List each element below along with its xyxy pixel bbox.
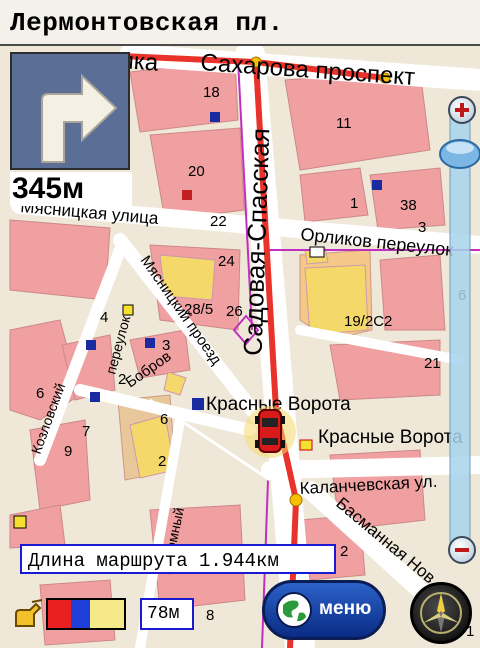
house-number: 2 bbox=[118, 371, 126, 388]
house-number: 22 bbox=[210, 213, 227, 230]
route-length-box: Длина маршрута 1.944км bbox=[20, 544, 336, 574]
signal-segment-blue bbox=[70, 600, 90, 628]
current-position-car-icon bbox=[244, 406, 296, 458]
compass-icon bbox=[420, 592, 462, 634]
house-number: 6 bbox=[160, 411, 168, 428]
next-turn-panel[interactable] bbox=[10, 52, 130, 170]
house-number: 24 bbox=[218, 253, 235, 270]
house-number: 11 bbox=[336, 115, 352, 132]
signal-segment-red bbox=[48, 600, 71, 628]
house-number: 20 bbox=[188, 163, 205, 180]
house-number: 3 bbox=[162, 337, 170, 354]
route-length-text: Длина маршрута 1.944км bbox=[28, 550, 279, 572]
house-number: 8 bbox=[206, 607, 214, 624]
current-street-name: Лермонтовская пл. bbox=[10, 8, 284, 38]
house-number: 6 bbox=[36, 385, 44, 402]
house-number: 18 bbox=[203, 84, 220, 101]
navigator-screen: ика Сахарова проспект Садовая-Спасская М… bbox=[0, 0, 480, 648]
house-number: 26 bbox=[226, 303, 243, 320]
map-scale-text: 78м bbox=[147, 604, 180, 624]
globe-icon bbox=[276, 592, 312, 628]
house-number: 2 bbox=[158, 453, 166, 470]
compass-button[interactable] bbox=[410, 582, 472, 644]
house-number: 19/2С2 bbox=[344, 313, 392, 330]
menu-button[interactable]: меню bbox=[262, 580, 386, 640]
house-number: 38 bbox=[400, 197, 417, 214]
house-number: 3 bbox=[418, 219, 426, 236]
plus-icon bbox=[455, 103, 469, 117]
current-street-bar: Лермонтовская пл. bbox=[0, 0, 480, 46]
minus-icon bbox=[455, 548, 469, 552]
house-number: 2 bbox=[340, 543, 348, 560]
turn-right-arrow-icon bbox=[41, 73, 118, 163]
gps-signal-bar bbox=[46, 598, 126, 630]
metro-entrance-icon bbox=[192, 398, 204, 410]
house-number: 1 bbox=[350, 195, 358, 212]
gps-hand-icon[interactable] bbox=[10, 598, 44, 632]
house-number: 4 bbox=[100, 309, 108, 326]
zoom-slider[interactable] bbox=[436, 96, 480, 576]
zoom-in-button[interactable] bbox=[448, 96, 476, 124]
house-number: 9 bbox=[64, 443, 72, 460]
signal-segment-yellow bbox=[89, 600, 124, 628]
zoom-out-button[interactable] bbox=[448, 536, 476, 564]
turn-distance: 345м bbox=[10, 172, 132, 206]
house-number: 28/5 bbox=[184, 301, 213, 318]
house-number: 7 bbox=[82, 423, 90, 440]
menu-button-label: меню bbox=[319, 598, 372, 619]
map-scale: 78м bbox=[140, 598, 194, 630]
